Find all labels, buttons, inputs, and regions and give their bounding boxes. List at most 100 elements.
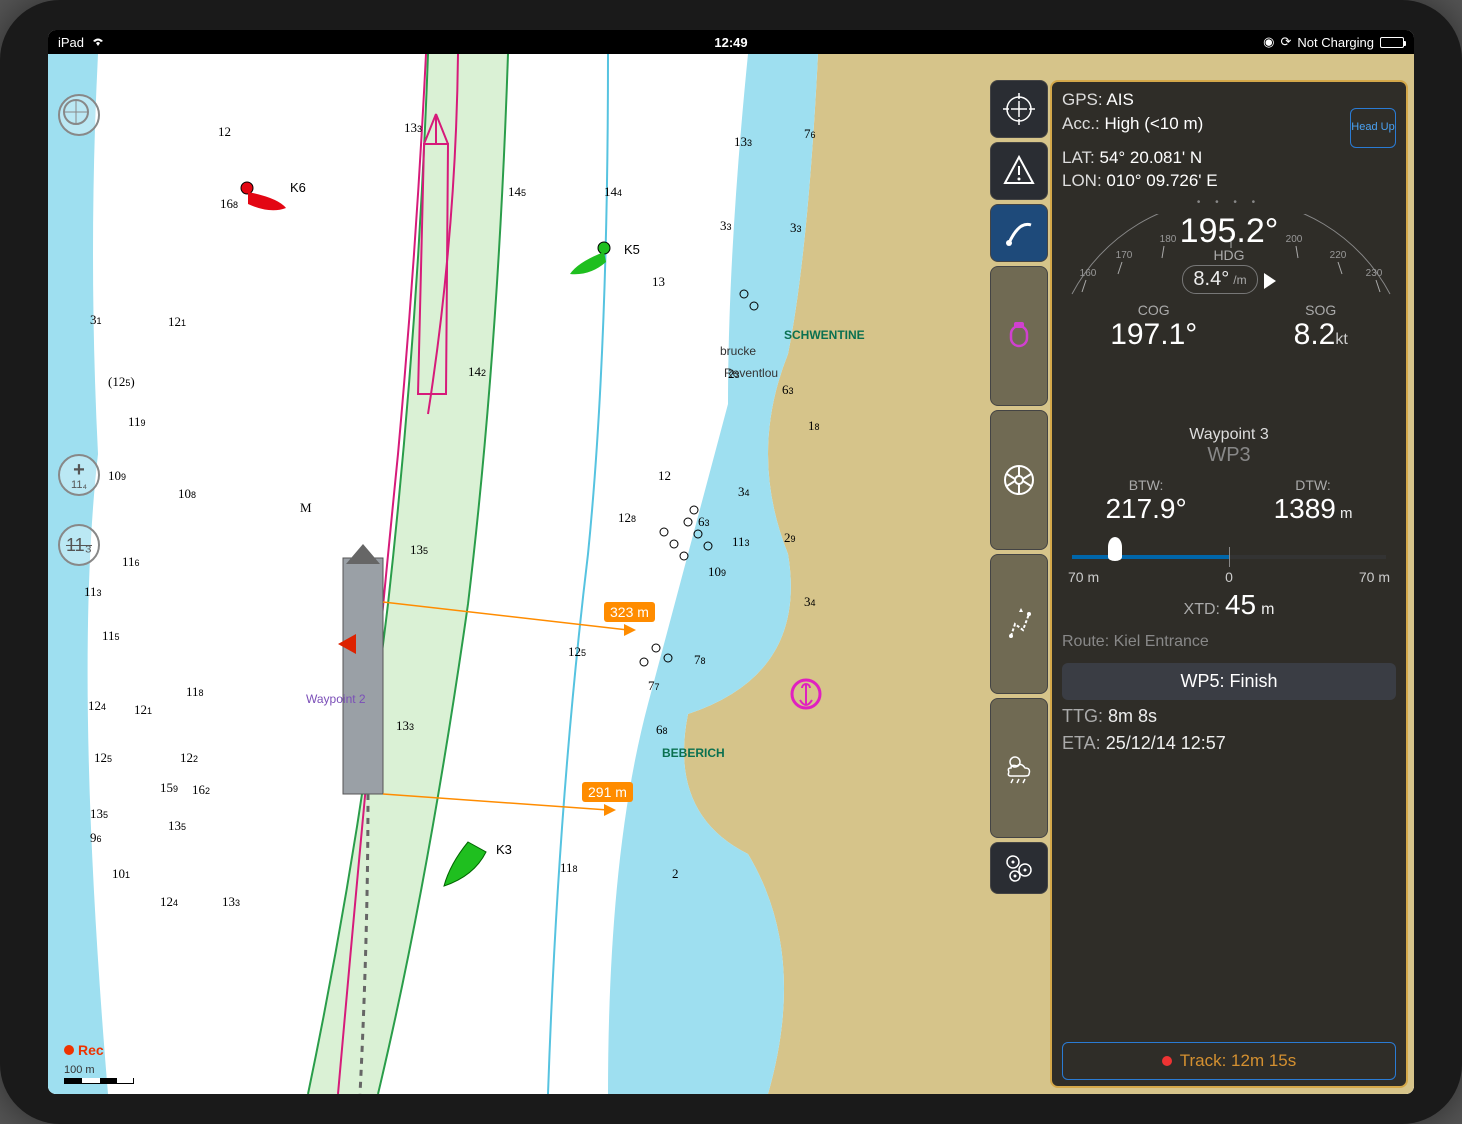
depth-sounding: 109 (108, 468, 126, 484)
depth-sounding: 121 (134, 702, 152, 718)
depth-sounding: 168 (220, 196, 238, 212)
head-up-button[interactable]: Head Up (1350, 108, 1396, 148)
depth-sounding: 63 (782, 382, 794, 398)
btw-value: 217.9° (1105, 493, 1186, 525)
gps-block[interactable]: GPS: AIS Acc.: High (<10 m) LAT: 54° 20.… (1062, 88, 1396, 210)
status-bar: iPad 12:49 ◉ ⟳ Not Charging (48, 30, 1414, 54)
ttg-row: TTG: 8m 8s (1062, 706, 1396, 727)
autopilot-button[interactable] (990, 410, 1048, 550)
dtw-unit: m (1340, 505, 1353, 522)
waypoint-title: Waypoint 3 (1062, 426, 1396, 444)
rot-value: 8.4° (1193, 268, 1229, 291)
xtd-left: 70 m (1068, 569, 1099, 585)
measure-button[interactable] (990, 204, 1048, 262)
cog-label: COG (1110, 302, 1197, 318)
center-gps-button[interactable] (990, 80, 1048, 138)
place-reventlou: Reventlou (724, 366, 778, 380)
depth-sounding: 29 (784, 530, 796, 546)
btw-dtw-block: BTW:217.9° DTW:1389 m (1062, 477, 1396, 525)
depth-sounding: 133 (404, 120, 422, 136)
gps-value: AIS (1106, 90, 1133, 109)
depth-sounding: 115 (102, 628, 120, 644)
heading-block[interactable]: 160170180 200220230 195.2° HDG 8.4°/m CO… (1062, 214, 1396, 414)
depth-sounding: 113 (732, 534, 750, 550)
waypoint-2-label: Waypoint 2 (306, 692, 366, 706)
lock-icon: ⟳ (1280, 34, 1291, 50)
depth-sounding: 133 (222, 894, 240, 910)
depth-sounding: 118 (560, 860, 578, 876)
depth-sounding: 109 (708, 564, 726, 580)
finish-button[interactable]: WP5: Finish (1062, 663, 1396, 700)
depth-sounding: 108 (178, 486, 196, 502)
depth-sounding: 76 (804, 126, 816, 142)
charging-status: Not Charging (1297, 35, 1374, 50)
depth-sounding: 145 (508, 184, 526, 200)
xtd-marker-icon (1108, 537, 1122, 561)
battery-icon (1380, 37, 1404, 48)
xtd-label: XTD: (1184, 601, 1220, 618)
dtw-label: DTW: (1274, 477, 1353, 493)
weather-button[interactable] (990, 698, 1048, 838)
route-row[interactable]: Route: Kiel Entrance (1062, 633, 1396, 651)
alerts-button[interactable] (990, 142, 1048, 200)
measurement-1: 323 m (604, 602, 655, 622)
hdg-label: HDG (1062, 247, 1396, 263)
xtd-right: 70 m (1359, 569, 1390, 585)
ttg-label: TTG: (1062, 706, 1103, 726)
dtw-value: 1389 (1274, 493, 1336, 524)
buoy-k3: K3 (496, 842, 512, 857)
waypoint-block[interactable]: Waypoint 3 WP3 (1062, 426, 1396, 467)
compass-button[interactable] (58, 94, 100, 136)
depth-sounding: 144 (604, 184, 622, 200)
depth-sounding: 119 (128, 414, 146, 430)
depth-sounding: 13 (652, 274, 665, 290)
depth-sounding: 63 (698, 514, 710, 530)
depth-sounding: 31 (90, 312, 102, 328)
depth-sounding: (125) (108, 374, 135, 390)
hdg-value: 195.2° (1062, 212, 1396, 251)
lon-value: 010° 09.726' E (1106, 171, 1217, 190)
record-dot-icon (64, 1045, 74, 1055)
clock: 12:49 (714, 35, 747, 50)
route-button[interactable] (990, 554, 1048, 694)
depth-sounding: 121 (168, 314, 186, 330)
depth-sounding: 133 (396, 718, 414, 734)
depth-sounding: 18 (808, 418, 820, 434)
depth-sounding: M (300, 500, 312, 516)
eta-value: 25/12/14 12:57 (1106, 733, 1226, 753)
page-dots[interactable]: • • • • (1062, 197, 1396, 208)
sog-value: 8.2 (1294, 318, 1336, 351)
lat-label: LAT: (1062, 148, 1095, 167)
depth-sounding: 125 (94, 750, 112, 766)
rot-box: 8.4°/m (1182, 265, 1257, 294)
depth-sounding: 77 (648, 678, 660, 694)
xtd-row: XTD: 45 m (1062, 589, 1396, 621)
eta-row: ETA: 25/12/14 12:57 (1062, 733, 1396, 754)
zoom-out-button[interactable]: 11₃ (58, 524, 100, 566)
track-button[interactable]: Track: 12m 15s (1062, 1042, 1396, 1080)
settings-button[interactable] (990, 842, 1048, 894)
plus-icon: + (73, 460, 85, 480)
play-icon (1264, 273, 1276, 289)
depth-sounding: 135 (168, 818, 186, 834)
depth-sounding: 68 (656, 722, 668, 738)
depth-sounding: 124 (160, 894, 178, 910)
alarm-icon: ◉ (1263, 34, 1274, 50)
ttg-value: 8m 8s (1108, 706, 1157, 726)
right-toolbar (990, 80, 1048, 898)
depth-sounding: 12 (658, 468, 671, 484)
route-value: Kiel Entrance (1114, 633, 1209, 650)
depth-sounding: 135 (410, 542, 428, 558)
zoom-in-button[interactable]: + 11₄ (58, 454, 100, 496)
recording-indicator: Rec (64, 1042, 104, 1058)
sog-label: SOG (1294, 302, 1348, 318)
scale-bar: 100 m (64, 1064, 134, 1084)
acc-label: Acc.: (1062, 114, 1100, 133)
xtd-unit: m (1261, 601, 1274, 618)
measurement-2: 291 m (582, 782, 633, 802)
record-dot-icon (1162, 1056, 1172, 1066)
depth-sounding: 34 (738, 484, 750, 500)
depth-sounding: 113 (84, 584, 102, 600)
depth-sounding: 34 (804, 594, 816, 610)
mob-button[interactable] (990, 266, 1048, 406)
